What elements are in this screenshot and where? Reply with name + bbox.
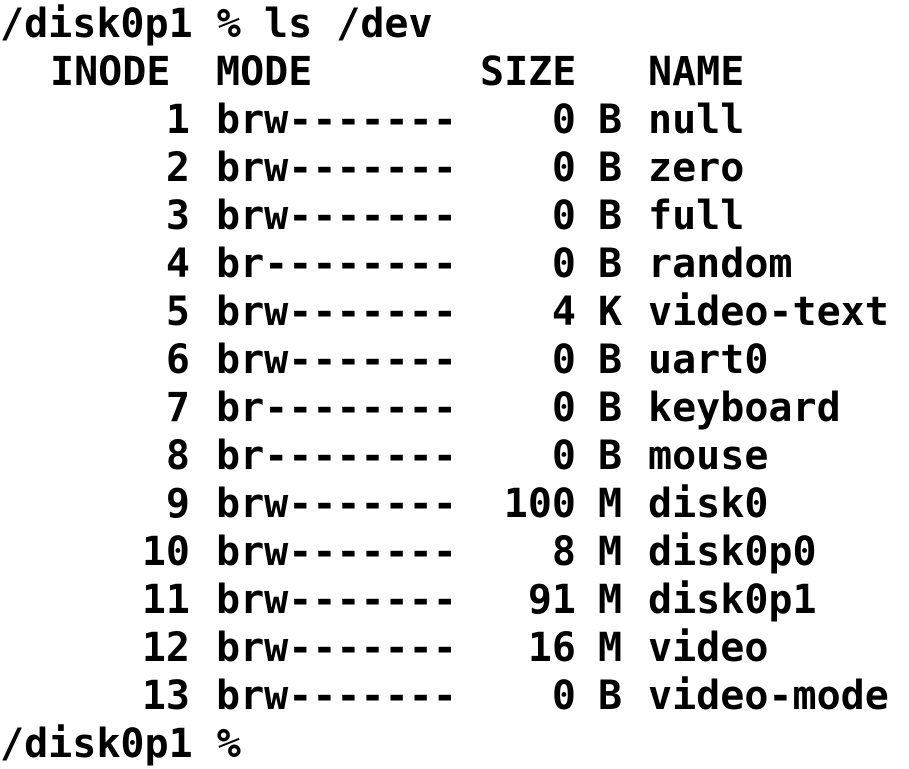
row-size: 0 xyxy=(551,241,576,287)
row-mode: br-------- xyxy=(216,241,457,287)
row-size: 8 xyxy=(551,529,576,575)
row-name: video xyxy=(648,625,769,671)
final-prompt: /disk0p1 % xyxy=(0,721,241,767)
row-unit: M xyxy=(598,625,623,671)
row-name: full xyxy=(648,193,745,239)
header-mode: MODE xyxy=(216,49,313,95)
row-mode: brw------- xyxy=(216,145,457,191)
row-inode: 6 xyxy=(165,337,190,383)
row-name: null xyxy=(648,97,745,143)
row-size: 4 xyxy=(551,289,576,335)
row-size: 16 xyxy=(527,625,576,671)
row-unit: B xyxy=(598,673,623,719)
row-unit: B xyxy=(598,433,623,479)
row-mode: brw------- xyxy=(216,481,457,527)
row-name: video-mode xyxy=(648,673,889,719)
row-name: disk0p1 xyxy=(648,577,817,623)
final-prompt-line[interactable]: /disk0p1 % xyxy=(0,720,241,768)
row-unit: B xyxy=(598,385,623,431)
row-size: 0 xyxy=(551,337,576,383)
command-text: ls /dev xyxy=(264,1,433,47)
row-unit: K xyxy=(598,289,623,335)
row-inode: 7 xyxy=(165,385,190,431)
row-inode: 8 xyxy=(165,433,190,479)
row-name: disk0 xyxy=(648,481,769,527)
row-unit: B xyxy=(598,145,623,191)
row-mode: br-------- xyxy=(216,433,457,479)
row-unit: B xyxy=(598,97,623,143)
row-inode: 4 xyxy=(165,241,190,287)
row-size: 91 xyxy=(527,577,576,623)
row-inode: 5 xyxy=(165,289,190,335)
row-mode: brw------- xyxy=(216,529,457,575)
row-mode: brw------- xyxy=(216,337,457,383)
command-line: /disk0p1 % ls /dev xyxy=(0,0,433,48)
row-unit: B xyxy=(598,241,623,287)
row-unit: M xyxy=(598,577,623,623)
row-mode: brw------- xyxy=(216,97,457,143)
row-name: video-text xyxy=(648,289,889,335)
header-inode: INODE xyxy=(50,49,171,95)
row-size: 100 xyxy=(503,481,576,527)
row-unit: M xyxy=(598,481,623,527)
row-name: zero xyxy=(648,145,745,191)
row-mode: br-------- xyxy=(216,385,457,431)
row-size: 0 xyxy=(551,97,576,143)
row-size: 0 xyxy=(551,385,576,431)
row-inode: 12 xyxy=(141,625,190,671)
row-size: 0 xyxy=(551,433,576,479)
row-size: 0 xyxy=(551,673,576,719)
row-name: disk0p0 xyxy=(648,529,817,575)
row-name: random xyxy=(648,241,793,287)
row-inode: 11 xyxy=(141,577,190,623)
row-inode: 2 xyxy=(165,145,190,191)
row-mode: brw------- xyxy=(216,577,457,623)
row-unit: M xyxy=(598,529,623,575)
row-mode: brw------- xyxy=(216,193,457,239)
row-name: mouse xyxy=(648,433,769,479)
header-size: SIZE xyxy=(480,49,577,95)
row-unit: B xyxy=(598,337,623,383)
row-inode: 13 xyxy=(141,673,190,719)
row-mode: brw------- xyxy=(216,673,457,719)
row-mode: brw------- xyxy=(216,625,457,671)
row-inode: 9 xyxy=(165,481,190,527)
terminal-window[interactable]: /disk0p1 % ls /dev INODE MODE SIZE NAME … xyxy=(0,0,909,769)
row-inode: 3 xyxy=(165,193,190,239)
row-name: uart0 xyxy=(648,337,769,383)
table-header: INODE MODE SIZE NAME xyxy=(0,48,744,96)
row-size: 0 xyxy=(551,193,576,239)
command-prompt: /disk0p1 % xyxy=(0,1,241,47)
row-size: 0 xyxy=(551,145,576,191)
header-name: NAME xyxy=(648,49,745,95)
row-mode: brw------- xyxy=(216,289,457,335)
row-name: keyboard xyxy=(648,385,841,431)
row-inode: 1 xyxy=(165,97,190,143)
row-unit: B xyxy=(598,193,623,239)
row-inode: 10 xyxy=(141,529,190,575)
